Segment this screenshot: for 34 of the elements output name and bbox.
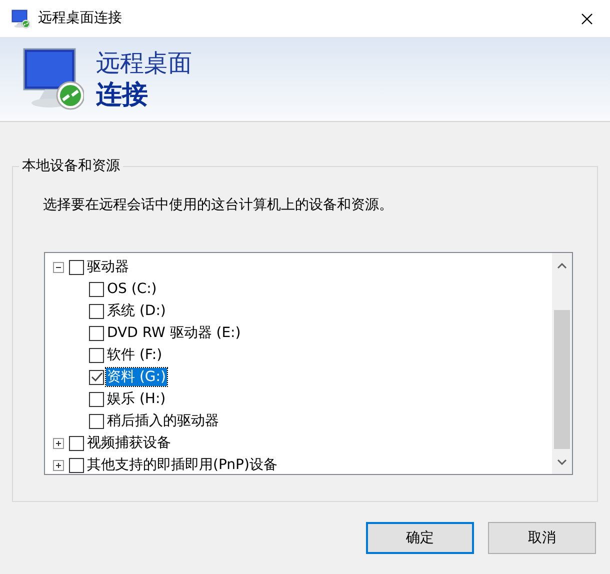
tree-item[interactable]: 其他支持的即插即用(PnP)设备 xyxy=(86,456,278,474)
tree-item[interactable]: 资料 (G:) xyxy=(106,368,167,386)
expand-icon[interactable] xyxy=(53,460,64,470)
monitor-icon xyxy=(10,8,30,28)
tree-item[interactable]: 系统 (D:) xyxy=(106,302,167,320)
checkbox[interactable] xyxy=(69,436,84,450)
dialog-button[interactable]: 取消 xyxy=(488,522,596,554)
checkbox[interactable] xyxy=(89,414,104,428)
checkbox[interactable] xyxy=(89,326,104,340)
dialog-button[interactable]: 确定 xyxy=(366,522,474,554)
checkbox[interactable] xyxy=(89,348,104,362)
expand-icon[interactable] xyxy=(53,438,64,448)
checkbox[interactable] xyxy=(89,304,104,318)
banner-subtitle: 连接 xyxy=(96,79,149,112)
description-text: 选择要在远程会话中使用的这台计算机上的设备和资源。 xyxy=(43,196,394,215)
checkbox[interactable] xyxy=(89,392,104,406)
tree-item[interactable]: DVD RW 驱动器 (E:) xyxy=(106,324,242,342)
window-title: 远程桌面连接 xyxy=(38,9,122,28)
banner-title: 远程桌面 xyxy=(96,48,192,78)
tree-item[interactable]: OS (C:) xyxy=(106,280,158,298)
scrollbar[interactable] xyxy=(552,253,572,474)
tree-item[interactable]: 稍后插入的驱动器 xyxy=(106,412,220,430)
tree-item[interactable]: 软件 (F:) xyxy=(106,346,164,364)
checkbox[interactable] xyxy=(89,370,104,384)
checkbox[interactable] xyxy=(69,458,84,472)
tree-item[interactable]: 驱动器 xyxy=(86,258,130,276)
tree-item[interactable]: 娱乐 (H:) xyxy=(106,390,167,408)
checkbox[interactable] xyxy=(89,282,104,296)
close-icon[interactable] xyxy=(581,12,593,24)
scroll-up-icon[interactable] xyxy=(557,262,567,268)
checkbox[interactable] xyxy=(69,260,84,274)
tree-item[interactable]: 视频捕获设备 xyxy=(86,434,172,452)
collapse-icon[interactable] xyxy=(53,262,64,272)
scroll-down-icon[interactable] xyxy=(557,458,567,464)
